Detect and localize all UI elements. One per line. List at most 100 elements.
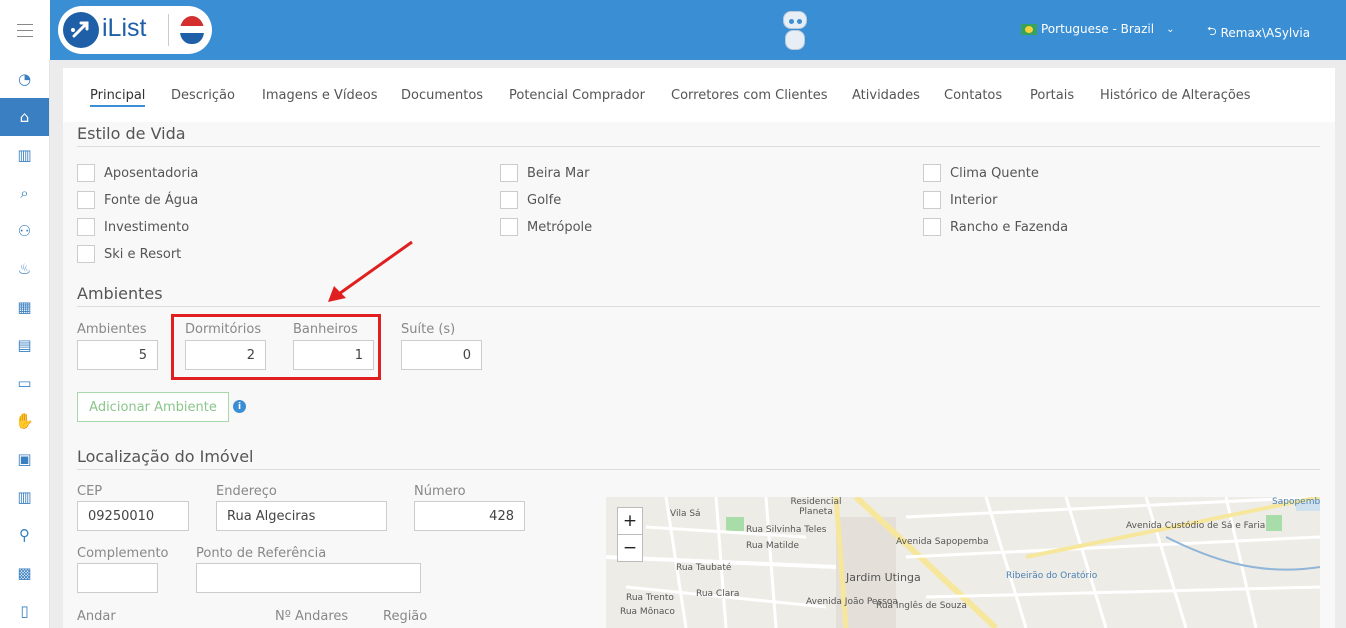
checkbox-investimento[interactable]: Investimento: [77, 218, 189, 236]
checkbox-box[interactable]: [77, 218, 95, 236]
map-label: Rua Trento: [626, 593, 674, 603]
map-label: Vila Sá: [670, 509, 701, 519]
annotation-arrow-icon: [328, 240, 413, 302]
checkbox-box[interactable]: [923, 164, 941, 182]
rooms-title: Ambientes: [77, 284, 163, 303]
zoom-out-button[interactable]: −: [617, 534, 643, 562]
map-view[interactable]: Vila Sá Residencial Planeta Rua Silvinha…: [606, 497, 1320, 628]
user-name: Remax\ASylvia: [1220, 25, 1311, 40]
checkbox-box[interactable]: [500, 191, 518, 209]
checkbox-metropole[interactable]: Metrópole: [500, 218, 592, 236]
checkbox-box[interactable]: [500, 218, 518, 236]
language-selector[interactable]: Portuguese - Brazil ⌄: [1021, 22, 1174, 36]
tab-contatos[interactable]: Contatos: [944, 88, 1002, 103]
mobile-icon[interactable]: ▯: [0, 592, 49, 628]
tab-principal[interactable]: Principal: [90, 88, 146, 107]
checkbox-golfe[interactable]: Golfe: [500, 191, 561, 209]
lifestyle-title: Estilo de Vida: [77, 124, 186, 143]
checkbox-box[interactable]: [77, 164, 95, 182]
assistant-robot-icon[interactable]: [778, 7, 812, 53]
add-room-button[interactable]: Adicionar Ambiente: [77, 392, 229, 422]
map-label: Rua Taubaté: [676, 563, 732, 573]
folder-icon[interactable]: ▭: [0, 364, 49, 402]
info-icon[interactable]: i: [233, 400, 246, 413]
logout-arrow-icon: ⮌: [1207, 24, 1217, 38]
user-menu[interactable]: ⮌ Remax\ASylvia: [1207, 22, 1310, 43]
tab-descricao[interactable]: Descrição: [171, 88, 235, 103]
referencia-input[interactable]: [196, 563, 421, 593]
calendar-icon[interactable]: ▦: [0, 288, 49, 326]
numero-label: Número: [414, 484, 466, 499]
store-icon[interactable]: ▩: [0, 554, 49, 592]
ilist-logo-icon: [63, 12, 99, 48]
home-icon[interactable]: ⌂: [0, 98, 49, 136]
checkbox-label: Fonte de Água: [104, 192, 199, 208]
checkbox-rancho-fazenda[interactable]: Rancho e Fazenda: [923, 218, 1068, 236]
tab-documentos[interactable]: Documentos: [401, 88, 483, 103]
tab-portais[interactable]: Portais: [1030, 88, 1074, 103]
checkbox-label: Investimento: [104, 219, 190, 235]
ambientes-input[interactable]: 5: [77, 340, 158, 370]
robot-eye: [789, 19, 794, 24]
cep-input[interactable]: 09250010: [77, 501, 189, 531]
complemento-input[interactable]: [77, 563, 158, 593]
fire-icon[interactable]: ♨: [0, 250, 49, 288]
map-label: Rua Inglês de Souza: [876, 601, 967, 611]
section-divider: [77, 306, 1320, 307]
checkbox-fonte-agua[interactable]: Fonte de Água: [77, 191, 198, 209]
map-label: Sapopemba: [1272, 497, 1320, 507]
bar-chart-icon[interactable]: ▥: [0, 136, 49, 174]
map-label: Jardim Utinga: [846, 571, 921, 584]
robot-body: [785, 30, 805, 50]
complemento-label: Complemento: [77, 546, 169, 561]
checkbox-label: Beira Mar: [527, 165, 590, 181]
search-icon[interactable]: ⌕: [0, 174, 49, 212]
handshake-icon[interactable]: ✋: [0, 402, 49, 440]
checkbox-label: Golfe: [527, 192, 562, 208]
location-title: Localização do Imóvel: [77, 447, 254, 466]
endereco-label: Endereço: [216, 484, 277, 499]
checkbox-ski-resort[interactable]: Ski e Resort: [77, 245, 181, 263]
menu-toggle-button[interactable]: [0, 0, 50, 60]
ambientes-label: Ambientes: [77, 322, 147, 337]
tab-imagens-videos[interactable]: Imagens e Vídeos: [262, 88, 377, 103]
book-icon[interactable]: ▤: [0, 326, 49, 364]
tab-potencial-comprador[interactable]: Potencial Comprador: [509, 88, 645, 103]
checkbox-aposentadoria[interactable]: Aposentadoria: [77, 164, 198, 182]
robot-eye: [797, 19, 802, 24]
briefcase-icon[interactable]: ▣: [0, 440, 49, 478]
language-label: Portuguese - Brazil: [1041, 22, 1155, 36]
user-icon[interactable]: ⚲: [0, 516, 49, 554]
checkbox-clima-quente[interactable]: Clima Quente: [923, 164, 1039, 182]
checkbox-box[interactable]: [77, 191, 95, 209]
brazil-flag-icon: [1021, 23, 1037, 35]
checkbox-label: Interior: [950, 192, 998, 208]
dashboard-icon[interactable]: ◔: [0, 60, 49, 98]
checkbox-beira-mar[interactable]: Beira Mar: [500, 164, 590, 182]
tab-corretores[interactable]: Corretores com Clientes: [671, 88, 828, 103]
checkbox-box[interactable]: [77, 245, 95, 263]
checkbox-label: Rancho e Fazenda: [950, 219, 1069, 235]
cep-label: CEP: [77, 484, 103, 499]
hamburger-icon: [17, 29, 33, 31]
checkbox-label: Clima Quente: [950, 165, 1039, 181]
tab-historico[interactable]: Histórico de Alterações: [1100, 88, 1251, 103]
hamburger-icon: [17, 23, 33, 25]
checkbox-box[interactable]: [500, 164, 518, 182]
users-icon[interactable]: ⚇: [0, 212, 49, 250]
checkbox-box[interactable]: [923, 191, 941, 209]
map-label: Residencial Planeta: [790, 497, 842, 517]
chevron-down-icon: ⌄: [1166, 23, 1175, 35]
endereco-input[interactable]: Rua Algeciras: [216, 501, 387, 531]
suite-input[interactable]: 0: [401, 340, 482, 370]
numero-input[interactable]: 428: [414, 501, 525, 531]
report-icon[interactable]: ▥: [0, 478, 49, 516]
ilist-logo[interactable]: iList: [58, 6, 212, 54]
checkbox-box[interactable]: [923, 218, 941, 236]
map-label: Rua Mônaco: [620, 607, 675, 617]
top-bar: iList Portuguese - Brazil ⌄ ⮌ Remax\ASyl…: [0, 0, 1346, 60]
tab-atividades[interactable]: Atividades: [852, 88, 920, 103]
checkbox-interior[interactable]: Interior: [923, 191, 997, 209]
zoom-in-button[interactable]: +: [617, 507, 643, 535]
section-divider: [77, 146, 1320, 147]
